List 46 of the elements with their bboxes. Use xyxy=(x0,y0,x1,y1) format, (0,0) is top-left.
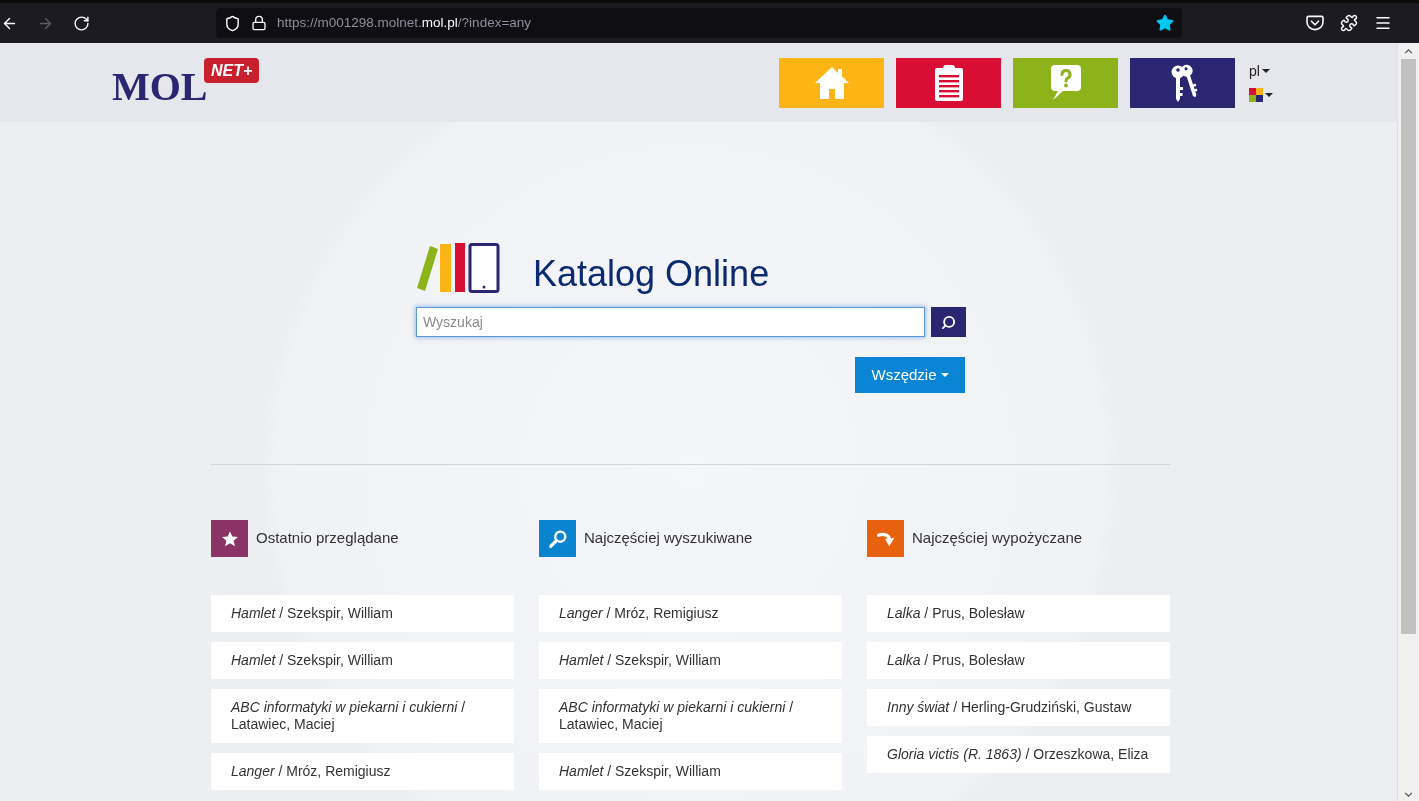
question-bubble-icon xyxy=(1050,65,1081,100)
catalog-list-item[interactable]: Inny świat / Herling-Grudziński, Gustaw xyxy=(867,689,1170,726)
scrollbar-thumb[interactable] xyxy=(1401,59,1416,634)
scrollbar[interactable] xyxy=(1397,43,1419,801)
clipboard-icon xyxy=(934,64,963,101)
catalog-list-item[interactable]: Hamlet / Szekspir, William xyxy=(211,642,514,679)
catalog-list-item[interactable]: Lalka / Prus, Bolesław xyxy=(867,595,1170,632)
search-icon xyxy=(941,314,956,330)
address-bar[interactable]: https://m001298.molnet.mol.pl/?index=any xyxy=(216,8,1182,38)
shield-icon xyxy=(224,14,241,32)
home-icon xyxy=(813,66,850,99)
logo-badge: NET+ xyxy=(204,57,260,83)
clipboard-button[interactable] xyxy=(896,57,1001,108)
color-scheme-dropdown[interactable] xyxy=(1249,87,1273,102)
catalog-list-item[interactable]: Hamlet / Szekspir, William xyxy=(211,595,514,632)
search-input[interactable]: Wyszukaj xyxy=(416,307,925,337)
catalog-list-item[interactable]: ABC informatyki w piekarni i cukierni / Latawiec, Maciej xyxy=(211,689,514,743)
catalog-list-item[interactable]: Hamlet / Szekspir, William xyxy=(539,753,842,790)
catalog-title: Katalog Online xyxy=(533,256,770,293)
url-text: https://m001298.molnet.mol.pl/?index=any xyxy=(277,13,532,32)
language-dropdown[interactable]: pl xyxy=(1249,63,1270,78)
catalog-list-item[interactable]: ABC informatyki w piekarni i cukierni / Latawiec, Maciej xyxy=(539,689,842,743)
scroll-down-icon[interactable] xyxy=(1404,792,1413,797)
search-button[interactable] xyxy=(931,307,966,337)
caret-icon xyxy=(940,373,949,377)
caret-icon xyxy=(1261,68,1270,73)
catalog-list-item[interactable]: Lalka / Prus, Bolesław xyxy=(867,642,1170,679)
keys-button[interactable] xyxy=(1130,57,1235,108)
reload-icon xyxy=(72,14,90,32)
menu-icon[interactable] xyxy=(1374,14,1392,32)
bookmark-star-icon[interactable] xyxy=(1156,14,1174,32)
catalog-list-item[interactable]: Langer / Mróz, Remigiusz xyxy=(211,753,514,790)
scroll-up-icon[interactable] xyxy=(1404,49,1413,54)
section-heading: Najczęściej wyszukiwane xyxy=(584,528,753,549)
catalog-list-item[interactable]: Langer / Mróz, Remigiusz xyxy=(539,595,842,632)
chevron-shield-icon[interactable] xyxy=(1306,15,1324,31)
puzzle-icon[interactable] xyxy=(1340,14,1358,32)
caret-icon xyxy=(1265,92,1273,97)
catalog-list-item[interactable]: Hamlet / Szekspir, William xyxy=(539,642,842,679)
scope-dropdown[interactable]: Wszędzie xyxy=(855,357,965,393)
catalog-list-item[interactable]: Gloria victis (R. 1863) / Orzeszkowa, Eliza xyxy=(867,736,1170,773)
books-tablet-logo-icon xyxy=(416,243,500,293)
color-grid-icon xyxy=(1249,87,1263,102)
section-heading: Najczęściej wypożyczane xyxy=(912,528,1083,549)
section-heading: Ostatnio przeglądane xyxy=(256,528,399,549)
lock-icon xyxy=(251,15,267,31)
